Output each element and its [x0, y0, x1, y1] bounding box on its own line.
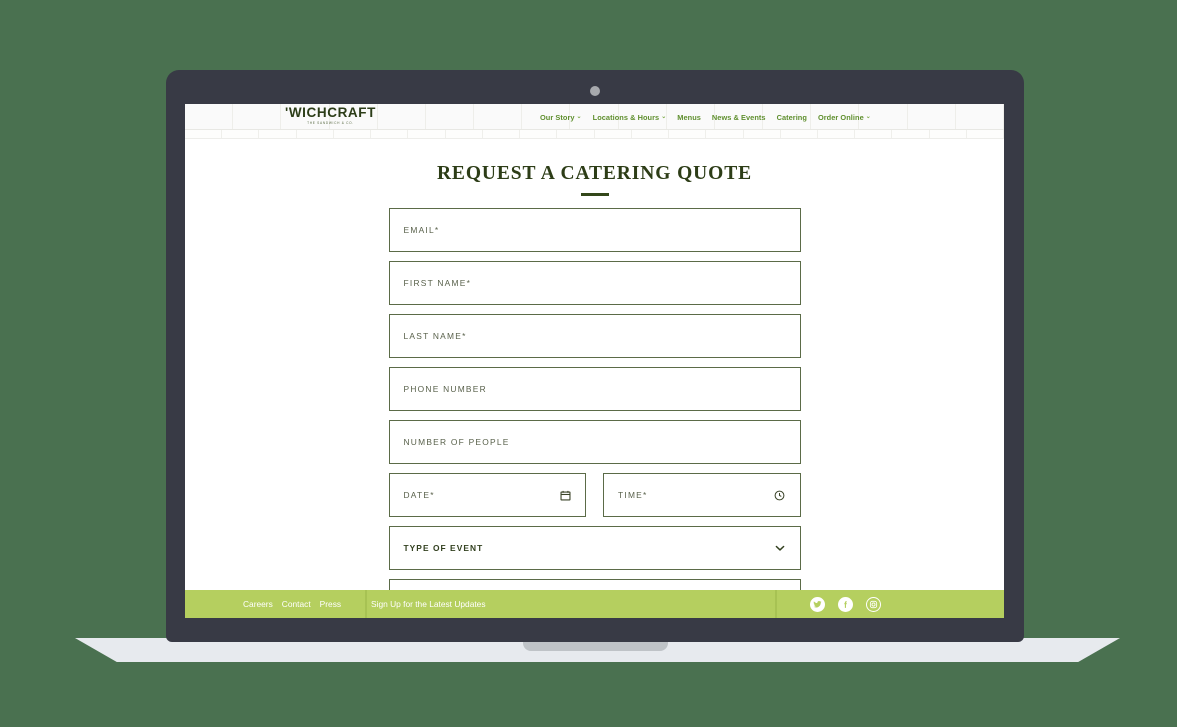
footer-links: Careers Contact Press	[243, 599, 341, 609]
nav-item-locations-hours[interactable]: Locations & Hours ⌄	[593, 113, 667, 122]
nav-label: Catering	[776, 112, 807, 122]
phone-number-field[interactable]: PHONE NUMBER	[388, 367, 801, 411]
footer-signup-link[interactable]: Sign Up for the Latest Updates	[371, 599, 486, 609]
first-name-field-label: FIRST NAME*	[403, 278, 472, 288]
catering-quote-form: EMAIL* FIRST NAME* LAST NAME* PHONE NUMB…	[388, 208, 801, 618]
date-field-label: DATE*	[403, 490, 435, 500]
site-footer: Careers Contact Press Sign Up for the La…	[185, 590, 1004, 618]
nav-item-menus[interactable]: Menus	[677, 113, 701, 122]
nav-item-news-events[interactable]: News & Events	[712, 113, 766, 122]
first-name-field[interactable]: FIRST NAME*	[388, 261, 801, 305]
email-field-label: EMAIL*	[403, 225, 440, 235]
last-name-field[interactable]: LAST NAME*	[388, 314, 801, 358]
nav-label: Our Story	[540, 112, 575, 122]
clock-icon[interactable]	[774, 489, 786, 501]
instagram-icon[interactable]	[866, 596, 881, 612]
footer-link-press[interactable]: Press	[320, 599, 341, 609]
site-header: 'WICHCRAFT THE SANDWICH & CO. Our Story …	[185, 104, 1004, 130]
date-field[interactable]: DATE*	[388, 473, 586, 517]
nav-label: Order Online	[817, 112, 864, 122]
title-underline-rule	[580, 193, 609, 196]
logo-wordmark: 'WICHCRAFT	[285, 105, 376, 120]
nav-item-order-online[interactable]: Order Online ⌄	[818, 113, 871, 122]
calendar-icon[interactable]	[559, 489, 571, 501]
nav-label: Locations & Hours	[592, 112, 660, 122]
social-links	[810, 596, 881, 612]
number-of-people-field[interactable]: NUMBER OF PEOPLE	[388, 420, 801, 464]
chevron-down-icon[interactable]	[774, 542, 786, 554]
email-field[interactable]: EMAIL*	[388, 208, 801, 252]
main-navigation: Our Story ⌄ Locations & Hours ⌄ Menus Ne…	[540, 104, 871, 130]
chevron-down-icon: ⌄	[661, 114, 667, 120]
nav-label: Menus	[677, 112, 701, 122]
time-field-label: TIME*	[618, 490, 648, 500]
number-of-people-field-label: NUMBER OF PEOPLE	[403, 437, 510, 447]
footer-link-careers[interactable]: Careers	[243, 599, 273, 609]
last-name-field-label: LAST NAME*	[403, 331, 467, 341]
type-of-event-select[interactable]: TYPE OF EVENT	[388, 526, 801, 570]
nav-item-catering[interactable]: Catering	[777, 113, 807, 122]
page-content: REQUEST A CATERING QUOTE EMAIL* FIRST NA…	[185, 139, 1004, 618]
chevron-down-icon: ⌄	[576, 114, 582, 120]
footer-divider-2	[775, 590, 777, 618]
nav-item-our-story[interactable]: Our Story ⌄	[540, 113, 582, 122]
webcam-icon	[590, 86, 600, 96]
facebook-icon[interactable]	[838, 596, 853, 612]
site-logo[interactable]: 'WICHCRAFT THE SANDWICH & CO.	[258, 106, 403, 126]
browser-screen: 'WICHCRAFT THE SANDWICH & CO. Our Story …	[185, 104, 1004, 618]
type-of-event-label: TYPE OF EVENT	[403, 543, 484, 553]
logo-tagline: THE SANDWICH & CO.	[307, 120, 354, 126]
time-field[interactable]: TIME*	[603, 473, 801, 517]
date-time-row: DATE* TIME*	[388, 473, 801, 517]
footer-divider	[365, 590, 367, 618]
nav-label: News & Events	[711, 112, 766, 122]
page-title: REQUEST A CATERING QUOTE	[436, 163, 753, 184]
header-sub-grid	[185, 130, 1004, 139]
twitter-icon[interactable]	[810, 596, 825, 612]
chevron-down-icon: ⌄	[865, 114, 871, 120]
footer-link-contact[interactable]: Contact	[282, 599, 311, 609]
phone-number-field-label: PHONE NUMBER	[403, 384, 487, 394]
